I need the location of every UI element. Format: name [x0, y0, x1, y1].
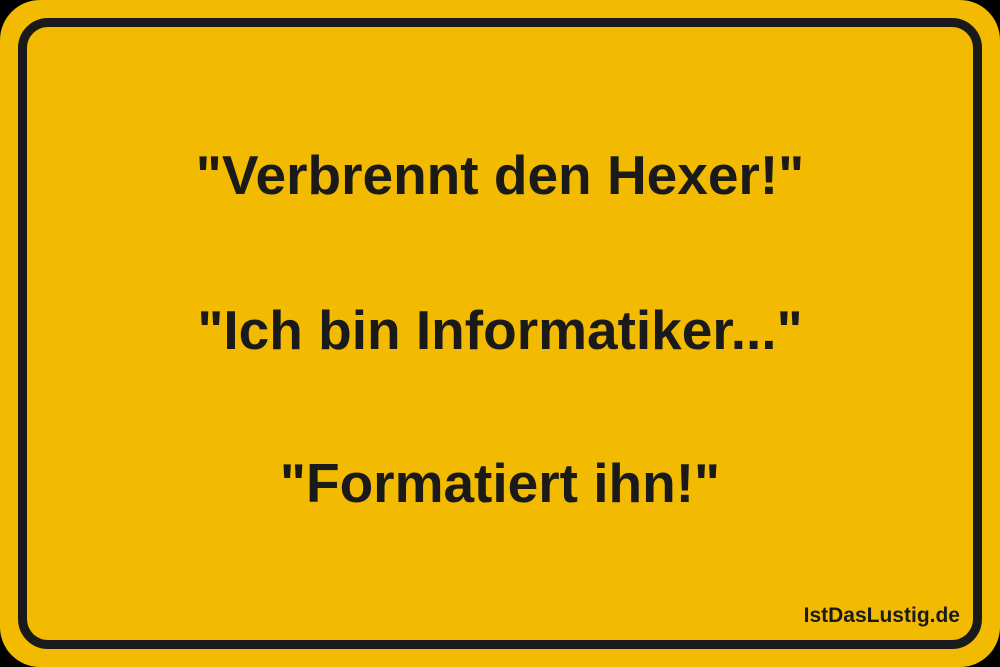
quote-line-1: "Verbrennt den Hexer!" — [195, 144, 805, 206]
quote-line-3: "Formatiert ihn!" — [279, 452, 721, 514]
sign-text: "Verbrennt den Hexer!" "Ich bin Informat… — [40, 0, 960, 667]
site-watermark: IstDasLustig.de — [803, 604, 960, 627]
yellow-town-sign: "Verbrennt den Hexer!" "Ich bin Informat… — [0, 0, 1000, 667]
quote-line-2: "Ich bin Informatiker..." — [197, 299, 803, 361]
